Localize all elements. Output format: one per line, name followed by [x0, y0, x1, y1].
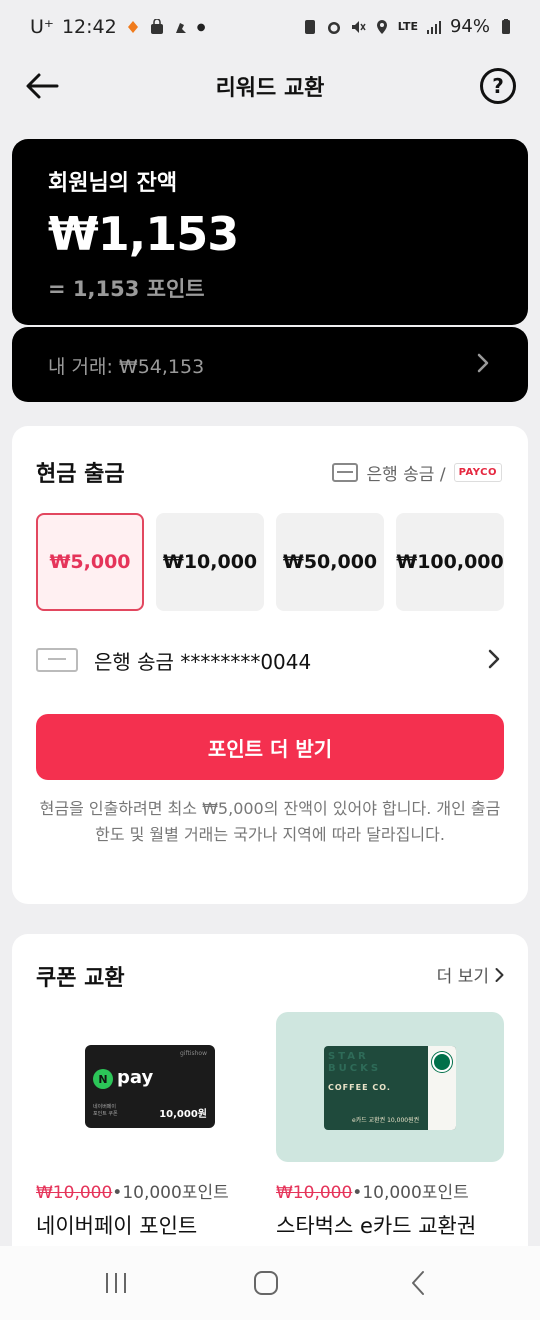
coupon-exchange-card: 쿠폰 교환 더 보기 giftishow N pay 네이버페이 포인트 쿠폰 1…: [12, 934, 528, 1254]
card-subtitle: 네이버페이 포인트 쿠폰: [93, 1104, 118, 1117]
chevron-right-icon: [488, 649, 500, 669]
original-price: ₩10,000: [36, 1183, 113, 1203]
system-back-button[interactable]: [398, 1268, 438, 1298]
card-brand: giftishow: [179, 1050, 207, 1057]
coupon-price: ₩10,000•10,000포인트: [36, 1178, 229, 1203]
cash-out-title: 현금 출금: [36, 462, 125, 487]
naverpay-logo-text: pay: [117, 1067, 154, 1088]
location-icon: [376, 19, 387, 34]
see-more-link[interactable]: 더 보기: [437, 962, 504, 987]
bank-account-label: 은행 송금 ********0044: [94, 649, 312, 674]
coupon-item-naverpay[interactable]: giftishow N pay 네이버페이 포인트 쿠폰 10,000원 ₩10,…: [36, 1012, 264, 1238]
network-type: LTE: [397, 20, 418, 33]
chevron-right-icon: [477, 353, 489, 373]
bank-account-row[interactable]: 은행 송금 ********0044: [36, 638, 504, 682]
starbucks-gift-card: STAR BUCKS COFFEE CO. e카드 교환권 10,000원권: [324, 1046, 456, 1130]
coupon-name: 네이버페이 포인트: [36, 1214, 198, 1238]
signal-icon: [426, 20, 441, 34]
trade-history-row[interactable]: 내 거래: ₩54,153: [12, 327, 528, 402]
amount-options: ₩5,000 ₩10,000 ₩50,000 ₩100,000: [36, 513, 504, 611]
home-icon: [254, 1271, 278, 1295]
coupon-name: 스타벅스 e카드 교환권: [276, 1214, 477, 1238]
delivery-icon: [175, 23, 186, 33]
coupon-item-starbucks[interactable]: STAR BUCKS COFFEE CO. e카드 교환권 10,000원권 ₩1…: [276, 1012, 504, 1238]
payco-logo: PAYCO: [453, 463, 502, 482]
get-more-points-button[interactable]: 포인트 더 받기: [36, 714, 504, 780]
shopping-bag-icon: [150, 19, 163, 34]
battery-icon: [502, 18, 510, 34]
balance-amount: ₩1,153: [48, 207, 239, 261]
points-price: •10,000포인트: [352, 1183, 469, 1203]
card-value: 10,000원: [159, 1109, 207, 1120]
app-notification-icon: [127, 21, 138, 33]
recent-apps-button[interactable]: [96, 1268, 136, 1298]
card-value: e카드 교환권 10,000원권: [352, 1117, 420, 1124]
naverpay-logo-icon: N: [93, 1069, 113, 1089]
trade-history-label: 내 거래: ₩54,153: [48, 356, 205, 378]
clock: 12:42: [61, 16, 117, 38]
coupon-image: STAR BUCKS COFFEE CO. e카드 교환권 10,000원권: [276, 1012, 504, 1162]
alarm-icon: [327, 21, 340, 34]
card-line-1: STAR BUCKS: [328, 1051, 382, 1074]
page-title: 리워드 교환: [215, 76, 325, 101]
help-button[interactable]: ?: [480, 68, 516, 104]
nfc-icon: [304, 19, 315, 34]
amount-option-10000[interactable]: ₩10,000: [156, 513, 264, 611]
payout-method: 은행 송금 / PAYCO: [332, 460, 502, 485]
carrier-label: U⁺: [30, 16, 54, 38]
chevron-right-icon: [495, 967, 504, 982]
more-notifications-dot: ●: [196, 21, 206, 33]
cash-out-card: 현금 출금 은행 송금 / PAYCO ₩5,000 ₩10,000 ₩50,0…: [12, 426, 528, 904]
see-more-label: 더 보기: [436, 967, 489, 987]
recent-apps-icon: [106, 1273, 126, 1293]
app-bar: 리워드 교환 ?: [0, 56, 540, 116]
naverpay-gift-card: giftishow N pay 네이버페이 포인트 쿠폰 10,000원: [85, 1045, 215, 1128]
amount-option-50000[interactable]: ₩50,000: [276, 513, 384, 611]
bank-card-icon: [36, 648, 78, 672]
points-price: •10,000포인트: [112, 1183, 229, 1203]
card-icon: [332, 463, 359, 482]
system-navigation-bar: [0, 1246, 540, 1320]
withdrawal-note: 현금을 인출하려면 최소 ₩5,000의 잔액이 있어야 합니다. 개인 출금 …: [39, 799, 501, 844]
coupon-image: giftishow N pay 네이버페이 포인트 쿠폰 10,000원: [36, 1012, 264, 1162]
home-button[interactable]: [246, 1268, 286, 1298]
coupon-exchange-title: 쿠폰 교환: [36, 966, 125, 991]
coupon-price: ₩10,000•10,000포인트: [276, 1178, 469, 1203]
question-circle-icon: ?: [492, 74, 504, 98]
amount-option-5000[interactable]: ₩5,000: [36, 513, 144, 611]
card-side-panel: [428, 1046, 456, 1130]
chevron-left-icon: [412, 1271, 424, 1295]
balance-card: 회원님의 잔액 ₩1,153 = 1,153 포인트: [12, 139, 528, 325]
balance-points: = 1,153 포인트: [48, 277, 205, 301]
mute-icon: [351, 20, 366, 33]
starbucks-logo-icon: [432, 1052, 452, 1072]
battery-level: 94%: [449, 16, 490, 37]
balance-label: 회원님의 잔액: [48, 171, 178, 196]
status-bar: U⁺ 12:42 ● LTE 94%: [0, 0, 540, 56]
amount-option-100000[interactable]: ₩100,000: [396, 513, 504, 611]
payout-method-label: 은행 송금 /: [366, 465, 446, 485]
card-line-2: COFFEE CO.: [328, 1083, 391, 1092]
original-price: ₩10,000: [276, 1183, 353, 1203]
